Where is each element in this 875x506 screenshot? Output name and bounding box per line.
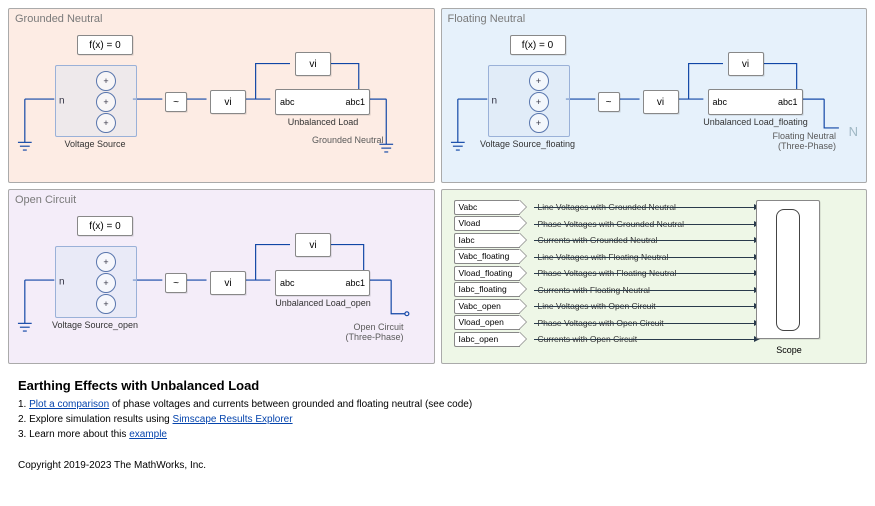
abc-left: abc xyxy=(276,271,323,295)
signal-row: IabcCurrents with Grounded Neutral xyxy=(454,233,741,247)
abc-left: abc xyxy=(276,90,323,114)
schematic-grounded: f(x) = 0 n + + + Voltage Source ~ vi abc… xyxy=(15,27,428,176)
tilde-block[interactable]: ~ xyxy=(598,92,620,112)
unbalanced-load-label: Unbalanced Load_floating xyxy=(696,117,816,127)
fx-label: f(x) = 0 xyxy=(522,40,553,51)
footer-step: 3. Learn more about this example xyxy=(18,427,857,442)
panel-title-floating: Floating Neutral xyxy=(448,13,861,25)
vsrc-phase-b-icon: + xyxy=(529,92,549,112)
vsrc-phase-c-icon: + xyxy=(529,113,549,133)
panel-floating-neutral: Floating Neutral f(x) = 0 xyxy=(441,8,868,183)
unbalanced-load-block[interactable]: abc abc1 xyxy=(275,270,370,296)
vi-sensor-2[interactable]: vi xyxy=(295,52,331,76)
footer-link[interactable]: Simscape Results Explorer xyxy=(173,414,293,425)
from-tag[interactable]: Iabc_open xyxy=(454,332,520,347)
signal-wire xyxy=(534,306,754,307)
signal-wire xyxy=(534,323,754,324)
abc-right: abc1 xyxy=(323,90,370,114)
scope-block[interactable] xyxy=(756,200,820,339)
vi-sensor-1[interactable]: vi xyxy=(643,90,679,114)
from-tag[interactable]: Vabc xyxy=(454,200,520,215)
footer: Earthing Effects with Unbalanced Load 1.… xyxy=(8,364,867,483)
fx-label: f(x) = 0 xyxy=(89,40,120,51)
solver-config-block[interactable]: f(x) = 0 xyxy=(77,35,133,55)
vi-sensor-1[interactable]: vi xyxy=(210,90,246,114)
vsrc-phase-a-icon: + xyxy=(96,252,116,272)
signal-wire xyxy=(534,290,754,291)
corner-label-grounded: Grounded Neutral xyxy=(312,135,384,145)
vsrc-phase-a-icon: + xyxy=(529,71,549,91)
footer-link[interactable]: Plot a comparison xyxy=(29,399,109,410)
from-tag[interactable]: Iabc xyxy=(454,233,520,248)
copyright: Copyright 2019-2023 The MathWorks, Inc. xyxy=(18,460,857,471)
signal-row: VabcLine Voltages with Grounded Neutral xyxy=(454,200,741,214)
vsrc-phase-c-icon: + xyxy=(96,294,116,314)
panel-grounded-neutral: Grounded Neutral f(x) = 0 xyxy=(8,8,435,183)
unbalanced-load-label: Unbalanced Load xyxy=(263,117,383,127)
vsrc-phase-c-icon: + xyxy=(96,113,116,133)
unbalanced-load-block[interactable]: abc abc1 xyxy=(275,89,370,115)
signal-wire xyxy=(534,339,754,340)
voltage-source-label: Voltage Source_open xyxy=(35,320,155,330)
fx-label: f(x) = 0 xyxy=(89,221,120,232)
from-tag[interactable]: Iabc_floating xyxy=(454,282,520,297)
abc-right: abc1 xyxy=(323,271,370,295)
corner-label-floating: Floating Neutral (Three-Phase) xyxy=(772,131,836,152)
solver-config-block[interactable]: f(x) = 0 xyxy=(77,216,133,236)
signal-row: VloadPhase Voltages with Grounded Neutra… xyxy=(454,217,741,231)
signal-row: Vabc_openLine Voltages with Open Circuit xyxy=(454,299,741,313)
signal-row: Vabc_floatingLine Voltages with Floating… xyxy=(454,250,741,264)
signal-row: Vload_openPhase Voltages with Open Circu… xyxy=(454,316,741,330)
scope-label: Scope xyxy=(758,345,820,355)
signal-row: Iabc_openCurrents with Open Circuit xyxy=(454,332,741,346)
unbalanced-load-block[interactable]: abc abc1 xyxy=(708,89,803,115)
voltage-source-block[interactable]: n + + + xyxy=(488,65,570,137)
from-tag[interactable]: Vload_floating xyxy=(454,266,520,281)
from-tag[interactable]: Vabc_floating xyxy=(454,249,520,264)
panel-title-open: Open Circuit xyxy=(15,194,428,206)
panel-open-circuit: Open Circuit f(x) = 0 xyxy=(8,189,435,364)
signal-row: Iabc_floatingCurrents with Floating Neut… xyxy=(454,283,741,297)
schematic-open: f(x) = 0 n + + + Voltage Source_open ~ v… xyxy=(15,208,428,357)
corner-label-open: Open Circuit (Three-Phase) xyxy=(345,322,403,343)
voltage-source-block[interactable]: n + + + xyxy=(55,246,137,318)
vi-sensor-1[interactable]: vi xyxy=(210,271,246,295)
vsrc-phase-b-icon: + xyxy=(96,273,116,293)
from-tag[interactable]: Vload_open xyxy=(454,315,520,330)
panel-scope: VabcLine Voltages with Grounded NeutralV… xyxy=(441,189,868,364)
vi-sensor-2[interactable]: vi xyxy=(728,52,764,76)
vsrc-phase-a-icon: + xyxy=(96,71,116,91)
footer-step: 1. Plot a comparison of phase voltages a… xyxy=(18,397,857,412)
vi-sensor-2[interactable]: vi xyxy=(295,233,331,257)
floating-neutral-glyph: N xyxy=(849,124,858,139)
tilde-block[interactable]: ~ xyxy=(165,92,187,112)
abc-right: abc1 xyxy=(755,90,802,114)
panel-title-grounded: Grounded Neutral xyxy=(15,13,428,25)
solver-config-block[interactable]: f(x) = 0 xyxy=(510,35,566,55)
voltage-source-block[interactable]: n + + + xyxy=(55,65,137,137)
voltage-source-label: Voltage Source_floating xyxy=(468,139,588,149)
signal-row: Vload_floatingPhase Voltages with Floati… xyxy=(454,266,741,280)
abc-left: abc xyxy=(709,90,756,114)
from-tag[interactable]: Vabc_open xyxy=(454,299,520,314)
tilde-block[interactable]: ~ xyxy=(165,273,187,293)
unbalanced-load-label: Unbalanced Load_open xyxy=(263,298,383,308)
signal-wire xyxy=(534,273,754,274)
signal-wire xyxy=(534,224,754,225)
signal-wire xyxy=(534,257,754,258)
schematic-floating: f(x) = 0 n + + + Voltage Source_floating… xyxy=(448,27,861,176)
footer-link[interactable]: example xyxy=(129,429,167,440)
page-heading: Earthing Effects with Unbalanced Load xyxy=(18,378,857,393)
vsrc-phase-b-icon: + xyxy=(96,92,116,112)
voltage-source-label: Voltage Source xyxy=(35,139,155,149)
scope-screen-icon xyxy=(776,209,800,331)
footer-step: 2. Explore simulation results using Sims… xyxy=(18,412,857,427)
from-tag[interactable]: Vload xyxy=(454,216,520,231)
signal-wire xyxy=(534,207,754,208)
signal-wire xyxy=(534,240,754,241)
